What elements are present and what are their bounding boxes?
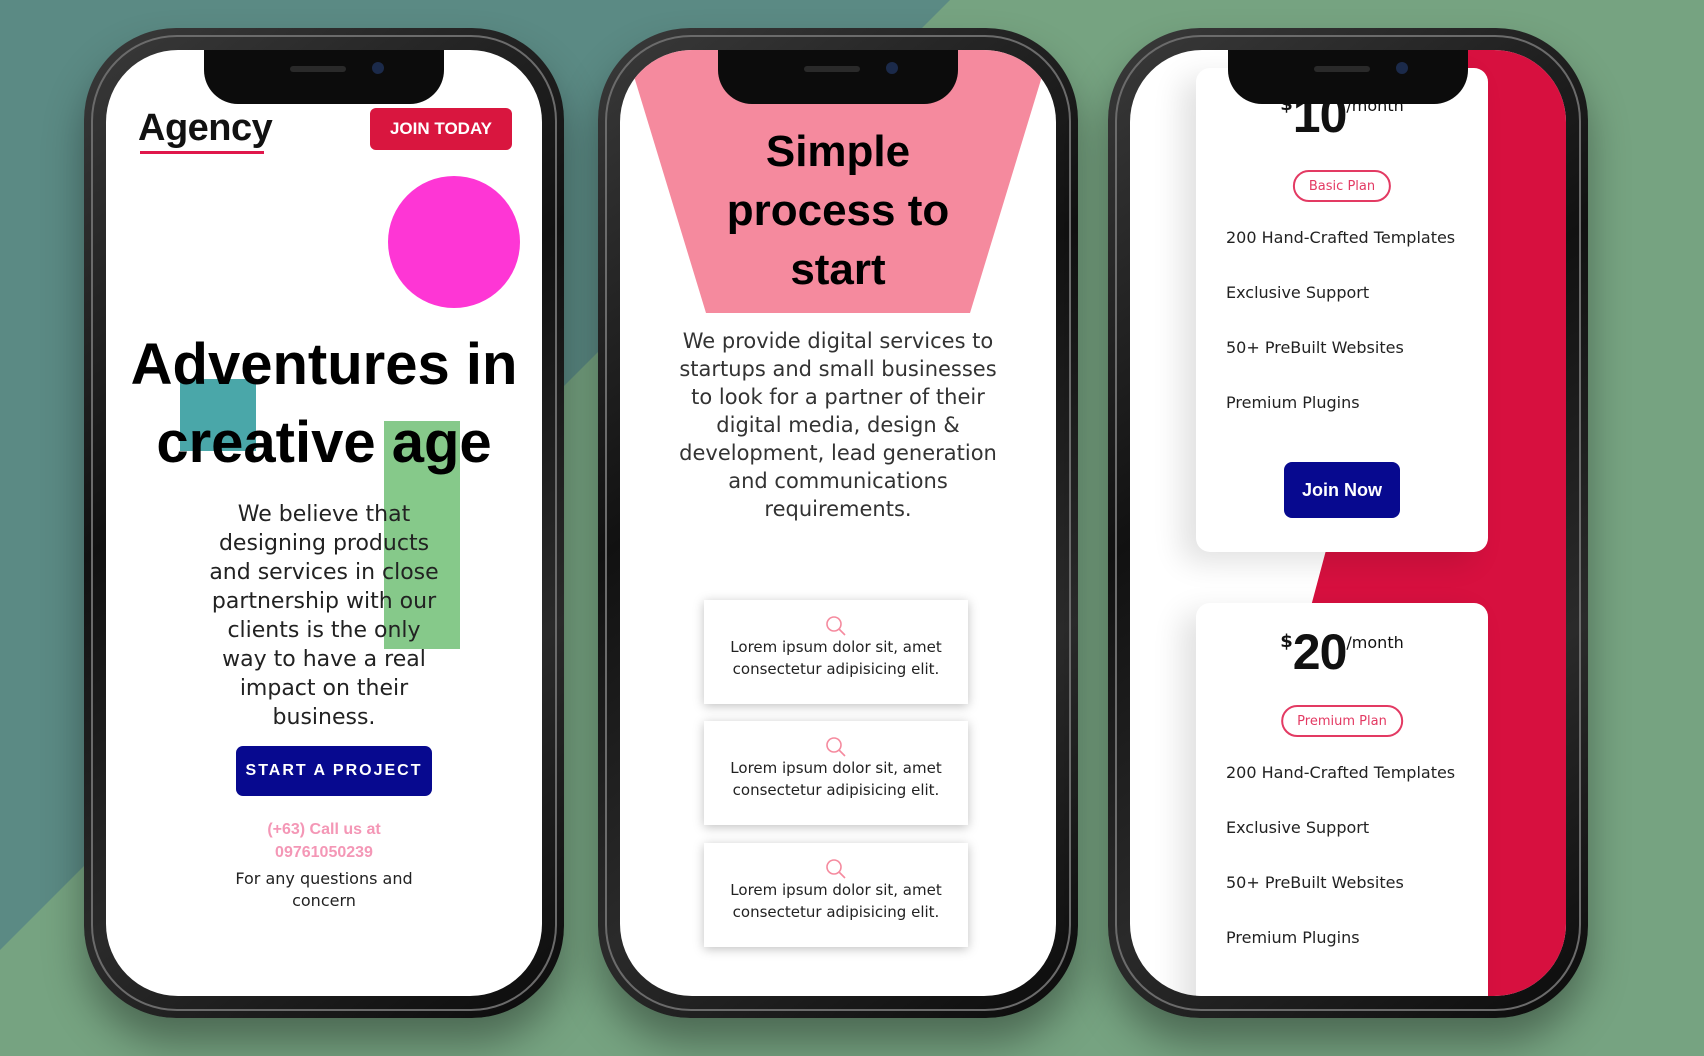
hero-title: Adventures in creative age bbox=[106, 326, 542, 482]
plan-badge: Premium Plan bbox=[1281, 705, 1403, 737]
phone-mockup-process: Simple process to start We provide digit… bbox=[598, 28, 1078, 1018]
plan-badge: Basic Plan bbox=[1292, 170, 1392, 202]
call-link[interactable]: (+63) Call us at 09761050239 bbox=[224, 818, 424, 864]
price-currency: $ bbox=[1280, 631, 1293, 652]
phone-mockup-pricing: $10/month Basic Plan 200 Hand-Crafted Te… bbox=[1108, 28, 1588, 1018]
plan-feature: 200 Hand-Crafted Templates bbox=[1226, 763, 1456, 782]
card-text-line2: consectetur adipisicing elit. bbox=[732, 660, 940, 678]
agency-logo[interactable]: Agency bbox=[138, 107, 273, 150]
phone-notch bbox=[1228, 50, 1468, 104]
plan-feature: Premium Plugins bbox=[1226, 393, 1360, 412]
search-icon bbox=[826, 737, 846, 757]
plan-feature: Exclusive Support bbox=[1226, 283, 1370, 302]
price-amount: 20 bbox=[1292, 624, 1348, 680]
plan-feature: 200 Hand-Crafted Templates bbox=[1226, 228, 1456, 247]
feature-card[interactable]: Lorem ipsum dolor sit, amet consectetur a… bbox=[704, 721, 968, 825]
card-text-line2: consectetur adipisicing elit. bbox=[732, 781, 940, 799]
logo-underline bbox=[140, 151, 264, 154]
price-period: /month bbox=[1346, 633, 1404, 652]
process-title-line1: Simple bbox=[765, 127, 911, 176]
process-title-line3: start bbox=[790, 245, 886, 294]
join-now-button[interactable]: Join Now bbox=[1284, 462, 1400, 518]
contact-note: For any questions and concern bbox=[235, 869, 413, 910]
plan-price: $20/month bbox=[1196, 623, 1488, 681]
pricing-card-basic: $10/month Basic Plan 200 Hand-Crafted Te… bbox=[1196, 68, 1488, 552]
hero-description: We believe that designing products and s… bbox=[209, 502, 439, 730]
plan-feature: 50+ PreBuilt Websites bbox=[1226, 338, 1404, 357]
card-text-line1: Lorem ipsum dolor sit, amet bbox=[730, 759, 942, 777]
feature-card[interactable]: Lorem ipsum dolor sit, amet consectetur a… bbox=[704, 843, 968, 947]
process-title-line2: process to bbox=[726, 186, 950, 235]
pricing-card-premium: $20/month Premium Plan 200 Hand-Crafted … bbox=[1196, 603, 1488, 996]
phone-notch bbox=[204, 50, 444, 104]
join-today-button[interactable]: JOIN TODAY bbox=[370, 108, 512, 150]
hero-title-line2: creative age bbox=[156, 410, 492, 475]
phone-screen-pricing: $10/month Basic Plan 200 Hand-Crafted Te… bbox=[1130, 50, 1566, 996]
card-text-line1: Lorem ipsum dolor sit, amet bbox=[730, 881, 942, 899]
phone-mockup-home: Agency JOIN TODAY Adventures in creative… bbox=[84, 28, 564, 1018]
card-text-line1: Lorem ipsum dolor sit, amet bbox=[730, 638, 942, 656]
plan-feature: Premium Plugins bbox=[1226, 928, 1360, 947]
phone-notch bbox=[718, 50, 958, 104]
search-icon bbox=[826, 616, 846, 636]
feature-card[interactable]: Lorem ipsum dolor sit, amet consectetur a… bbox=[704, 600, 968, 704]
start-project-button[interactable]: START A PROJECT bbox=[236, 746, 432, 796]
phone-screen-home: Agency JOIN TODAY Adventures in creative… bbox=[106, 50, 542, 996]
hero-title-line1: Adventures in bbox=[130, 332, 518, 397]
search-icon bbox=[826, 859, 846, 879]
phone-screen-process: Simple process to start We provide digit… bbox=[620, 50, 1056, 996]
process-title: Simple process to start bbox=[692, 122, 984, 299]
process-description: We provide digital services to startups … bbox=[679, 329, 997, 521]
decorative-circle bbox=[388, 176, 520, 308]
plan-feature: 50+ PreBuilt Websites bbox=[1226, 873, 1404, 892]
card-text-line2: consectetur adipisicing elit. bbox=[732, 903, 940, 921]
plan-feature: Exclusive Support bbox=[1226, 818, 1370, 837]
